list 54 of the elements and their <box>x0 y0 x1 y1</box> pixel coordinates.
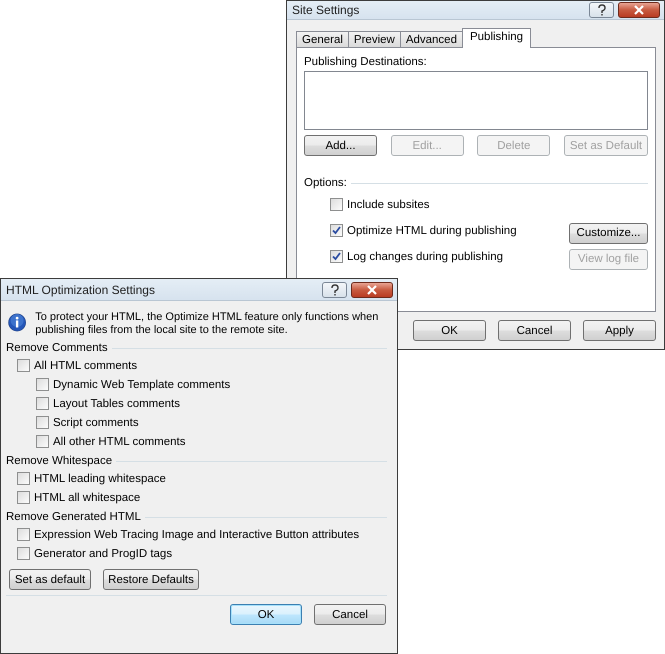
info-text: To protect your HTML, the Optimize HTML feature only functions when publishing files from the local site to the remote site. <box>35 310 380 337</box>
checkbox[interactable] <box>36 397 49 410</box>
field-label: Publishing Destinations: <box>304 56 427 68</box>
checkbox[interactable] <box>36 435 49 448</box>
help-button[interactable] <box>322 282 347 298</box>
dialog-button[interactable]: Set as default <box>9 569 91 590</box>
question-mark-icon <box>330 284 340 296</box>
checkbox[interactable] <box>36 378 49 391</box>
destinations-list[interactable] <box>304 71 648 130</box>
checkbox[interactable] <box>17 491 30 504</box>
window-title: Site Settings <box>292 3 360 17</box>
tab[interactable]: General <box>296 31 349 47</box>
checkbox[interactable] <box>330 224 343 237</box>
tab[interactable]: Publishing <box>462 28 532 48</box>
checkbox[interactable] <box>17 528 30 541</box>
checkbox-label: Expression Web Tracing Image and Interactive Button attributes <box>34 528 360 540</box>
dialog-button[interactable]: Add... <box>304 135 377 156</box>
checkbox-label: All other HTML comments <box>53 436 186 448</box>
checkbox[interactable] <box>17 547 30 560</box>
checkbox[interactable] <box>17 472 30 485</box>
dialog-button[interactable]: Cancel <box>498 320 571 341</box>
checkbox-label: Generator and ProgID tags <box>34 548 172 560</box>
section-label: Options: <box>304 177 347 189</box>
close-button[interactable] <box>618 2 660 18</box>
dialog-button[interactable]: Customize... <box>569 222 648 244</box>
tab[interactable]: Advanced <box>400 31 463 47</box>
close-icon <box>366 284 378 294</box>
checkbox-label: Dynamic Web Template comments <box>53 378 230 390</box>
checkbox[interactable] <box>330 198 343 211</box>
dialog-button[interactable]: Restore Defaults <box>103 569 199 590</box>
section-label: Remove Whitespace <box>6 455 112 467</box>
section-label: Remove Comments <box>6 342 108 354</box>
checkbox-label: All HTML comments <box>34 360 138 372</box>
close-icon <box>633 5 645 15</box>
dialog-button[interactable]: OK <box>230 604 302 625</box>
dialog-button[interactable]: OK <box>413 320 486 341</box>
dialog-button[interactable]: Cancel <box>314 604 386 625</box>
window-title: HTML Optimization Settings <box>6 282 156 296</box>
checkbox[interactable] <box>36 416 49 429</box>
checkbox-label: Optimize HTML during publishing <box>347 224 517 236</box>
checkbox-label: Log changes during publishing <box>347 250 504 262</box>
section-label: Remove Generated HTML <box>6 511 141 523</box>
checkbox-label: HTML leading whitespace <box>34 472 166 484</box>
checkbox[interactable] <box>330 250 343 263</box>
checkbox-label: Include subsites <box>347 198 430 210</box>
checkbox[interactable] <box>17 359 30 372</box>
help-button[interactable] <box>589 2 614 18</box>
checkbox-label: Layout Tables comments <box>53 398 180 410</box>
question-mark-icon <box>596 4 606 16</box>
checkbox-label: Script comments <box>53 416 139 428</box>
dialog-button[interactable]: Apply <box>583 320 656 341</box>
checkbox-label: HTML all whitespace <box>34 492 140 504</box>
close-button[interactable] <box>351 282 393 298</box>
tab[interactable]: Preview <box>348 31 401 47</box>
